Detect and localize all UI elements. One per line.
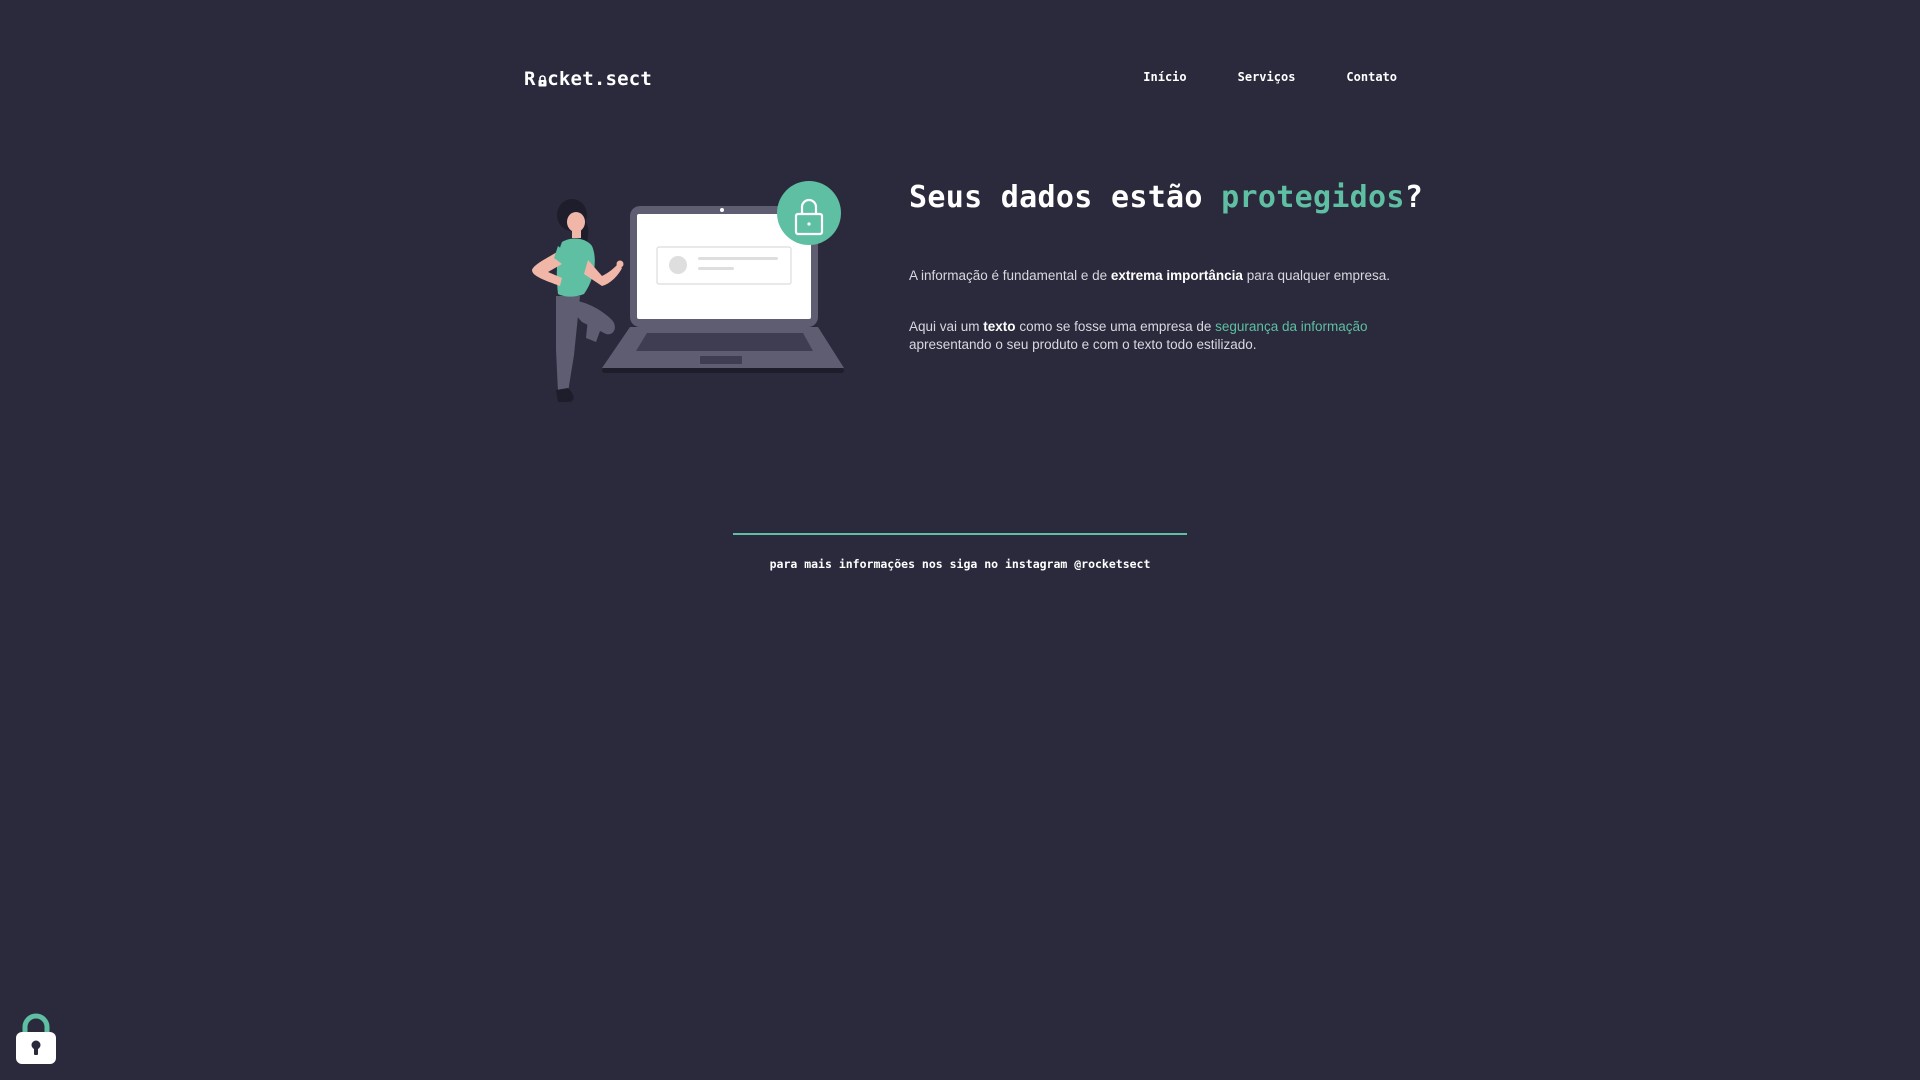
logo-link[interactable]: R o cket.sect	[524, 68, 652, 90]
hero-title: Seus dados estão protegidos?	[909, 180, 1423, 215]
header: R o cket.sect Início Serviços Contato	[524, 64, 1397, 100]
nav-inicio[interactable]: Início	[1143, 70, 1186, 84]
p1-pre: A informação é fundamental e de	[909, 268, 1111, 283]
screen-line-2	[698, 267, 734, 270]
hero-illustration	[532, 181, 844, 402]
logo-prefix: R	[524, 68, 536, 90]
title-part-2: ?	[1404, 180, 1424, 215]
page: R o cket.sect Início Serviços Contato	[0, 0, 1920, 1080]
laptop-camera	[720, 208, 724, 212]
footer-divider	[733, 533, 1187, 535]
p2-pre: Aqui vai um	[909, 319, 984, 334]
screen-avatar	[669, 256, 687, 274]
padlock-icon[interactable]	[14, 1012, 58, 1066]
p1-bold: extrema importância	[1110, 268, 1243, 283]
main-nav: Início Serviços Contato	[1092, 70, 1397, 84]
laptop-trackpad	[700, 356, 742, 364]
lock-icon	[538, 75, 547, 87]
p2-bold: texto	[983, 319, 1016, 334]
p2-post: apresentando o seu produto e com o texto…	[909, 337, 1257, 352]
footer-text: para mais informações nos siga no instag…	[769, 557, 1151, 571]
security-link[interactable]: segurança da informação	[1215, 319, 1367, 334]
p2-mid: como se fosse uma empresa de	[1015, 319, 1216, 334]
nav-contato[interactable]: Contato	[1346, 70, 1397, 84]
laptop-edge	[602, 368, 844, 373]
logo-suffix: cket.sect	[547, 68, 653, 90]
laptop-keyboard	[636, 333, 813, 351]
screen-line-1	[698, 257, 778, 260]
nav-servicos[interactable]: Serviços	[1238, 70, 1296, 84]
hero-paragraph-2: Aqui vai um texto como se fosse uma empr…	[909, 318, 1429, 354]
logo-lock-o: o	[536, 68, 548, 90]
title-part-1: Seus dados estão	[909, 180, 1222, 215]
hero-paragraph-1: A informação é fundamental e de extrema …	[909, 268, 1390, 283]
title-accent: protegidos	[1221, 180, 1405, 215]
p1-post: para qualquer empresa.	[1242, 268, 1391, 283]
